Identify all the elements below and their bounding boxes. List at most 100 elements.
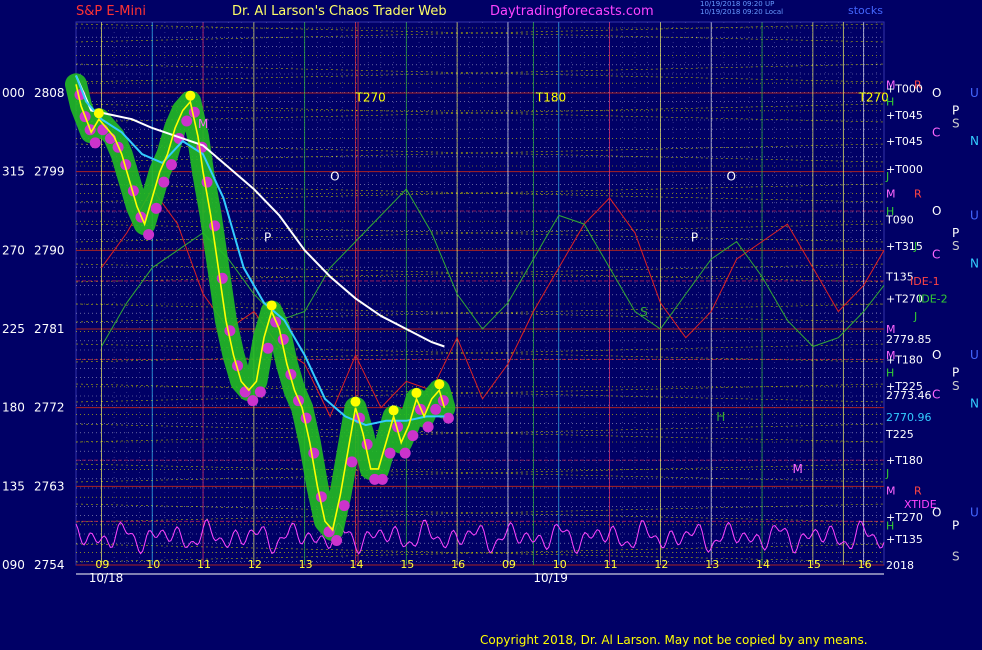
- right-axis-label: 2773.46: [886, 389, 932, 402]
- site-link[interactable]: Daytradingforecasts.com: [490, 4, 654, 19]
- timestamp: 10/19/2018 09:20 UP 10/19/2018 09:20 Loc…: [700, 0, 783, 16]
- timestamp-local: 10/19/2018 09:20 Local: [700, 8, 784, 16]
- chart-annotation: P: [691, 231, 698, 245]
- right-axis-label: IDE-2: [918, 292, 948, 305]
- right-axis-label: +T180: [886, 454, 923, 467]
- planet-label: N: [970, 396, 979, 410]
- x-tick-label: 15: [400, 558, 414, 571]
- right-axis-label: J: [913, 310, 917, 323]
- symbol-title: S&P E-Mini: [76, 4, 146, 19]
- fast-marker-dot: [384, 447, 396, 459]
- x-tick-label: 14: [756, 558, 770, 571]
- chart-annotation: M: [793, 462, 803, 476]
- y-tick-label-left: 000: [2, 86, 25, 100]
- right-axis-label: M: [886, 188, 896, 201]
- right-axis-label: +T000: [886, 163, 923, 176]
- date-label: 10/19: [533, 571, 568, 585]
- planet-label: U: [970, 506, 979, 520]
- right-axis-label: J: [913, 240, 917, 253]
- x-tick-label: 12: [248, 558, 262, 571]
- planet-label: O: [932, 348, 941, 362]
- chaos-trader-chart: 000 2808 315 2799 270 2790 225 2781 180 2772 135 27…: [0, 0, 982, 650]
- planet-label: S: [952, 117, 960, 131]
- y-tick-label-price: 2790: [34, 243, 65, 257]
- fast-marker-dot: [150, 202, 162, 214]
- swing-high-dot: [93, 108, 104, 119]
- y-tick-label-left: 315: [2, 165, 25, 179]
- fast-marker-dot: [361, 438, 373, 450]
- fast-marker-dot: [97, 124, 109, 136]
- swing-high-dot: [434, 379, 445, 390]
- right-axis-label: +T000: [886, 83, 923, 96]
- right-axis-label: H: [886, 96, 894, 109]
- chart-annotation: T270: [858, 91, 889, 105]
- x-tick-label: 11: [197, 558, 211, 571]
- chart-annotation: P: [264, 231, 271, 245]
- y-tick-label-left: 225: [2, 322, 25, 336]
- copyright-notice: Copyright 2018, Dr. Al Larson. May not b…: [480, 633, 868, 647]
- y-tick-label-price: 2781: [34, 322, 65, 336]
- planet-label: P: [952, 103, 959, 117]
- chart-annotation: M: [198, 117, 208, 131]
- swing-high-dot: [350, 396, 361, 407]
- planet-label: S: [952, 239, 960, 253]
- swing-high-dot: [185, 90, 196, 101]
- y-tick-label-left: 135: [2, 479, 25, 493]
- swing-high-dot: [266, 300, 277, 311]
- x-tick-label: 14: [349, 558, 363, 571]
- planet-label: N: [970, 256, 979, 270]
- x-tick-label: 10: [146, 558, 160, 571]
- x-tick-label: 15: [807, 558, 821, 571]
- y-tick-label-left: 270: [2, 243, 25, 257]
- fast-marker-dot: [143, 229, 155, 241]
- fast-marker-dot: [262, 342, 274, 354]
- fast-marker-dot: [338, 500, 350, 512]
- fast-marker-dot: [224, 325, 236, 337]
- right-axis-label: +T045: [886, 109, 923, 122]
- planet-label: O: [932, 506, 941, 520]
- right-axis-label: R: [914, 188, 922, 201]
- right-axis-label: R: [914, 485, 922, 498]
- fast-marker-dot: [331, 535, 343, 547]
- planet-label: P: [952, 519, 959, 533]
- planet-label: S: [952, 549, 960, 563]
- y-tick-label-left: 090: [2, 558, 25, 572]
- y-tick-label-price: 2754: [34, 558, 65, 572]
- planet-label: U: [970, 208, 979, 222]
- planet-label: N: [970, 134, 979, 148]
- right-axis-label: 2018: [886, 559, 914, 572]
- chart-title: Dr. Al Larson's Chaos Trader Web: [232, 4, 447, 19]
- fast-marker-dot: [376, 473, 388, 485]
- x-tick-label: 09: [502, 558, 516, 571]
- planet-label: S: [952, 379, 960, 393]
- fast-marker-dot: [216, 272, 228, 284]
- right-axis-label: 2770.96: [886, 411, 932, 424]
- right-axis-label: +T180: [886, 354, 923, 367]
- fast-marker-dot: [165, 159, 177, 171]
- fast-marker-dot: [277, 333, 289, 345]
- planet-label: C: [932, 248, 940, 262]
- swing-high-dot: [411, 387, 422, 398]
- planet-label: U: [970, 348, 979, 362]
- fast-marker-dot: [407, 430, 419, 442]
- chart-annotation: S: [640, 305, 648, 319]
- x-tick-label: 09: [95, 558, 109, 571]
- right-axis-label: H: [886, 520, 894, 533]
- right-axis-label: +T135: [886, 533, 923, 546]
- fast-marker-dot: [308, 447, 320, 459]
- fast-marker-dot: [201, 176, 213, 188]
- planet-label: O: [932, 204, 941, 218]
- fast-marker-dot: [239, 386, 251, 398]
- right-axis-label: H: [886, 367, 894, 380]
- y-tick-label-price: 2772: [34, 401, 65, 415]
- planet-label: C: [932, 125, 940, 139]
- y-tick-label-price: 2799: [34, 165, 65, 179]
- chart-annotation: T180: [535, 91, 566, 105]
- fast-marker-dot: [315, 491, 327, 503]
- right-axis-label: J: [885, 170, 889, 183]
- fast-marker-dot: [158, 176, 170, 188]
- planet-label: O: [932, 86, 941, 100]
- fast-marker-dot: [89, 137, 101, 149]
- y-tick-label-left: 180: [2, 401, 25, 415]
- chart-annotation: O: [330, 169, 339, 183]
